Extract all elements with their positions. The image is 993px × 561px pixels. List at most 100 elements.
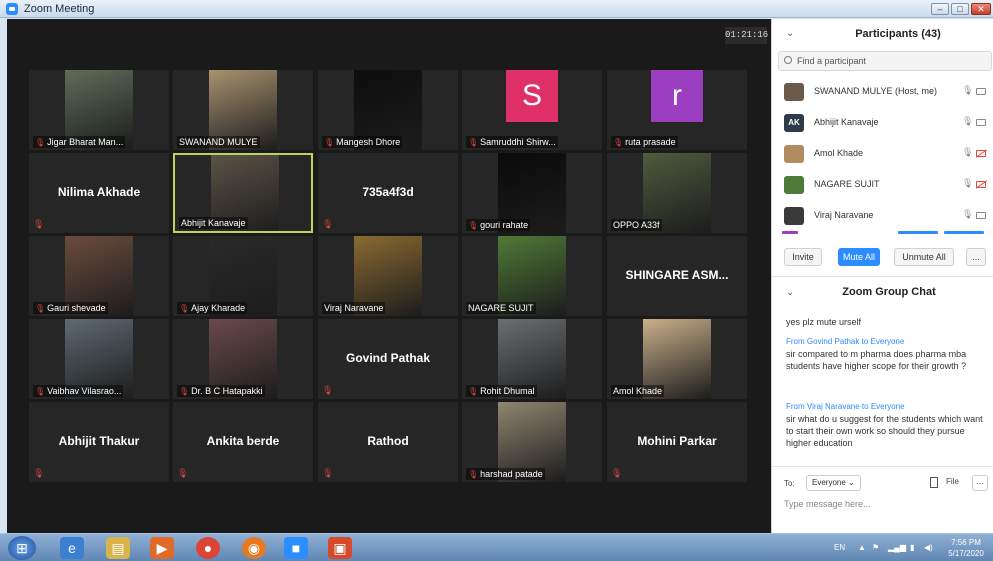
chat-message: From Viraj Naravane to Everyone sir what … <box>786 401 986 449</box>
tray-flag-icon[interactable]: ⚑ <box>872 543 879 552</box>
tile-name-label: 🎙︎ Mangesh Dhore <box>322 136 403 148</box>
participants-title: Participants (43) <box>855 28 941 40</box>
participant-tile[interactable]: Mohini Parkar 🎙︎ <box>607 402 747 482</box>
to-word: to <box>861 402 869 411</box>
participant-tile[interactable]: 🎙︎ gouri rahate <box>462 153 602 233</box>
participant-tile[interactable]: Govind Pathak 🎙︎ <box>318 319 458 399</box>
participants-more-button[interactable]: ... <box>966 248 986 266</box>
participant-tile[interactable]: OPPO A33f <box>607 153 747 233</box>
participant-tile[interactable]: 🎙︎ Ajay Kharade <box>173 236 313 316</box>
participant-search-input[interactable]: Find a participant <box>778 51 992 71</box>
start-button-icon[interactable]: ⊞ <box>8 536 36 560</box>
participant-tile[interactable]: 🎙︎ Dr. B C Hatapakki <box>173 319 313 399</box>
media-player-icon[interactable]: ▶ <box>150 537 174 559</box>
participant-tile[interactable]: 🎙︎ Gauri shevade <box>29 236 169 316</box>
chat-more-button[interactable]: ... <box>972 475 988 491</box>
tile-name: Rohit Dhumal <box>480 386 535 396</box>
file-icon <box>930 477 938 488</box>
participant-mic-icon: 🎙︎ <box>962 116 974 126</box>
tile-name-label: SWANAND MULYE <box>177 136 260 148</box>
mute-all-button[interactable]: Mute All <box>838 248 880 266</box>
from-word: From <box>786 337 805 346</box>
chrome-icon[interactable]: ● <box>196 537 220 559</box>
participant-tile[interactable]: 🎙︎ Mangesh Dhore <box>318 70 458 150</box>
participant-tile[interactable]: r 🎙︎ ruta prasade <box>607 70 747 150</box>
participant-tile[interactable]: 🎙︎ Rohit Dhumal <box>462 319 602 399</box>
participant-row[interactable]: Amol Khade 🎙︎ <box>772 139 993 169</box>
zoom-taskbar-icon[interactable]: ■ <box>284 537 308 559</box>
tile-display-name: Ankita berde <box>206 434 280 448</box>
tile-name: Viraj Naravane <box>324 303 384 313</box>
chat-message-sender: From Viraj Naravane to Everyone <box>786 401 986 413</box>
volume-icon[interactable]: ◀) <box>924 543 933 552</box>
chat-message-text: yes plz mute urself <box>786 317 862 327</box>
participant-tile[interactable]: Rathod 🎙︎ <box>318 402 458 482</box>
participant-tile[interactable]: S 🎙︎ Samruddhi Shirw... <box>462 70 602 150</box>
muted-mic-icon: 🎙︎ <box>322 219 334 229</box>
tile-name-label: 🎙︎ Gauri shevade <box>33 302 108 314</box>
muted-mic-icon: 🎙︎ <box>468 470 479 479</box>
file-button[interactable]: File <box>946 477 959 486</box>
chat-message-input[interactable]: Type message here... <box>784 499 871 509</box>
participant-tile[interactable]: 🎙︎ Vaibhav Vilasrao... <box>29 319 169 399</box>
participant-row[interactable]: SWANAND MULYE (Host, me) 🎙︎ <box>772 77 993 107</box>
network-icon[interactable]: ▂▄▆ <box>888 543 906 552</box>
participant-avatar <box>784 207 804 225</box>
sender-name[interactable]: Govind Pathak <box>807 337 859 346</box>
tile-name: gouri rahate <box>480 220 529 230</box>
participant-tile[interactable]: Viraj Naravane <box>318 236 458 316</box>
taskbar-clock[interactable]: 7:56 PM 5/17/2020 <box>942 537 990 559</box>
participant-tile[interactable]: Abhijit Kanavaje <box>173 153 313 233</box>
participant-tile[interactable]: NAGARE SUJIT <box>462 236 602 316</box>
participant-mic-icon: 🎙︎ <box>962 147 974 157</box>
recipient-select[interactable]: Everyone ⌄ <box>806 475 861 491</box>
muted-mic-icon: 🎙︎ <box>611 468 623 478</box>
tile-display-name: Rathod <box>367 434 409 448</box>
firefox-icon[interactable]: ◉ <box>242 537 266 559</box>
participant-tile[interactable]: 🎙︎ harshad patade <box>462 402 602 482</box>
recipient-value: Everyone <box>812 478 846 487</box>
minimize-button[interactable]: – <box>931 3 949 15</box>
participant-camera-icon <box>976 150 986 157</box>
muted-mic-icon: 🎙︎ <box>35 387 46 396</box>
tile-name: Dr. B C Hatapakki <box>191 386 263 396</box>
tile-name: Vaibhav Vilasrao... <box>47 386 122 396</box>
battery-icon[interactable]: ▮ <box>910 543 914 552</box>
clock-time: 7:56 PM <box>951 538 981 547</box>
list-scroll-hint <box>772 231 993 237</box>
language-indicator[interactable]: EN <box>834 543 845 552</box>
muted-mic-icon: 🎙︎ <box>324 138 335 147</box>
unmute-all-button[interactable]: Unmute All <box>894 248 954 266</box>
tile-name-label: 🎙︎ Dr. B C Hatapakki <box>177 385 265 397</box>
participant-tile[interactable]: SWANAND MULYE <box>173 70 313 150</box>
muted-mic-icon: 🎙︎ <box>322 385 334 395</box>
to-label: To: <box>784 479 795 488</box>
maximize-button[interactable]: □ <box>951 3 969 15</box>
file-explorer-icon[interactable]: ▤ <box>106 537 130 559</box>
recipient-name[interactable]: Everyone <box>871 337 905 346</box>
participant-row[interactable]: NAGARE SUJIT 🎙︎ <box>772 170 993 200</box>
muted-mic-icon: 🎙︎ <box>177 468 189 478</box>
sender-name[interactable]: Viraj Naravane <box>807 402 860 411</box>
participant-tile[interactable]: 🎙︎ Jigar Bharat Man... <box>29 70 169 150</box>
tile-name-label: 🎙︎ Rohit Dhumal <box>466 385 537 397</box>
recipient-name[interactable]: Everyone <box>871 402 905 411</box>
tray-expand-icon[interactable]: ▲ <box>858 543 866 552</box>
participant-mic-icon: 🎙︎ <box>962 85 974 95</box>
tile-name: NAGARE SUJIT <box>468 303 534 313</box>
internet-explorer-icon[interactable]: e <box>60 537 84 559</box>
participant-tile[interactable]: Abhijit Thakur 🎙︎ <box>29 402 169 482</box>
participant-tile[interactable]: Ankita berde 🎙︎ <box>173 402 313 482</box>
close-button[interactable]: ✕ <box>971 3 991 15</box>
participant-tile[interactable]: SHINGARE ASM... <box>607 236 747 316</box>
tile-name-label: 🎙︎ harshad patade <box>466 468 545 480</box>
clock-date: 5/17/2020 <box>948 549 984 558</box>
participant-row[interactable]: AK Abhijit Kanavaje 🎙︎ <box>772 108 993 138</box>
paint-app-icon[interactable]: ▣ <box>328 537 352 559</box>
participant-tile[interactable]: Nilima Akhade 🎙︎ <box>29 153 169 233</box>
participant-row[interactable]: Viraj Naravane 🎙︎ <box>772 201 993 231</box>
participant-name: NAGARE SUJIT <box>814 179 880 189</box>
invite-button[interactable]: Invite <box>784 248 822 266</box>
participant-tile[interactable]: Amol Khade <box>607 319 747 399</box>
participant-tile[interactable]: 735a4f3d 🎙︎ <box>318 153 458 233</box>
